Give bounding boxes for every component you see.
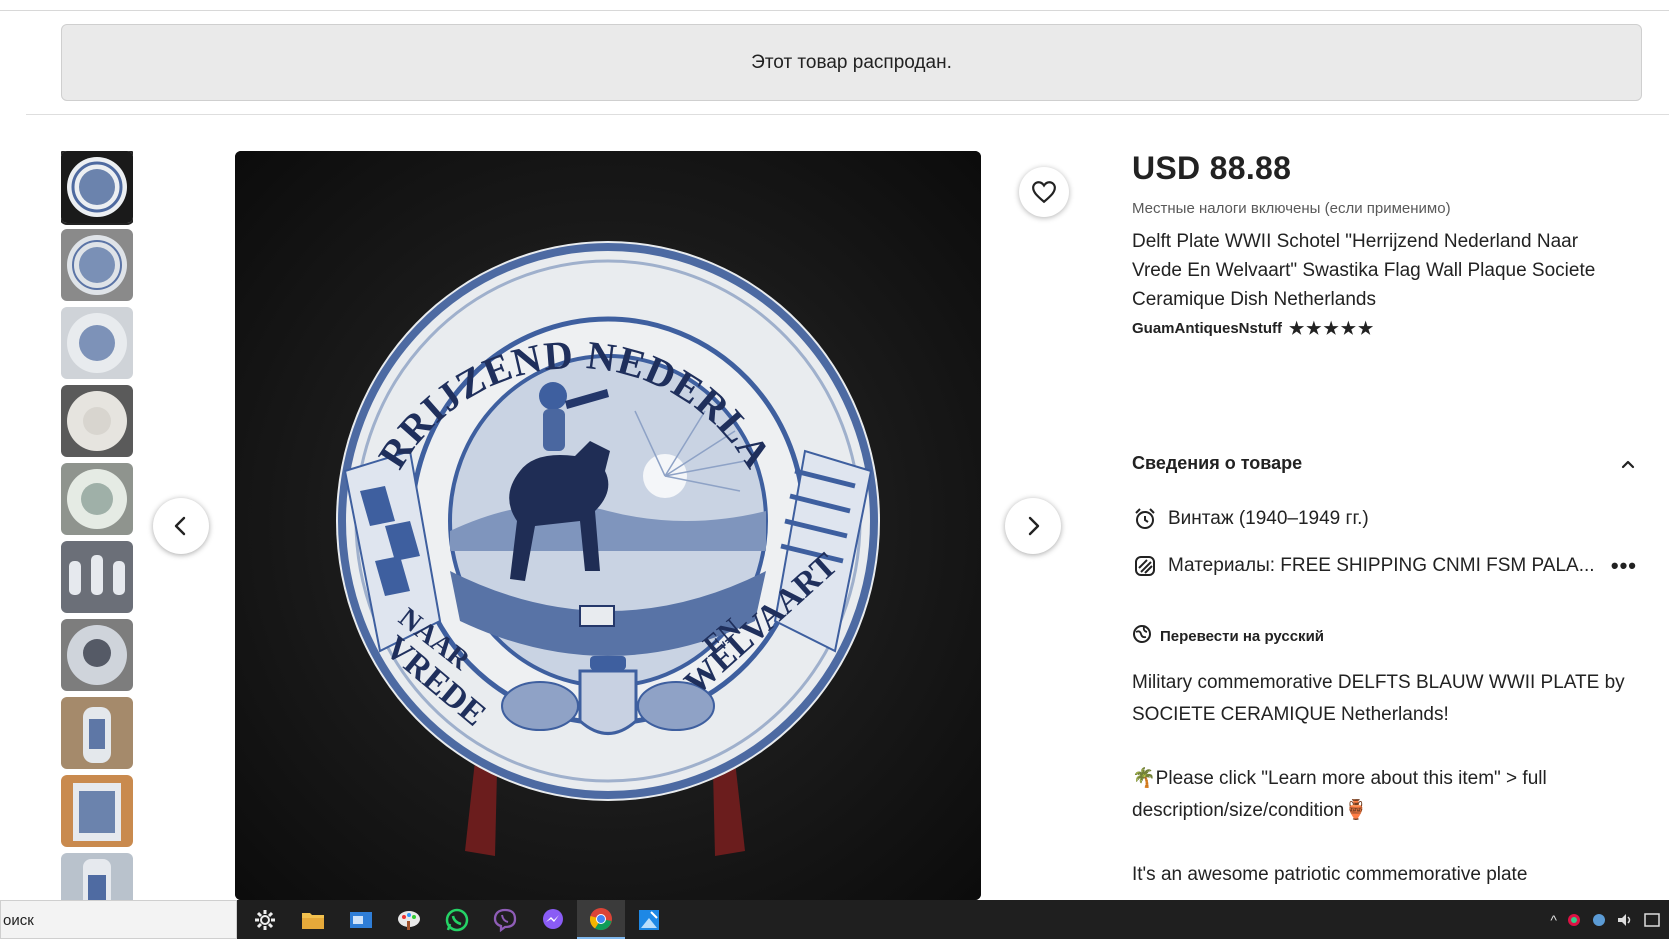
thumbnail-9[interactable] — [61, 775, 133, 847]
materials-icon — [1132, 553, 1158, 579]
messenger-icon[interactable] — [529, 900, 577, 939]
delft-plate-illustration: HERRIJZEND NEDERLAND NAAR VREDE EN WELVA… — [235, 151, 981, 900]
thumbnail-3[interactable] — [61, 307, 133, 379]
thumbnail-strip — [61, 151, 133, 900]
description-p2-text: Please click "Learn more about this item… — [1132, 768, 1547, 821]
shop-name-link[interactable]: GuamAntiquesNstuff — [1132, 320, 1282, 337]
star-icon: ★ — [1306, 319, 1322, 338]
product-main-image: HERRIJZEND NEDERLAND NAAR VREDE EN WELVA… — [235, 151, 981, 900]
mail-icon[interactable] — [337, 900, 385, 939]
chrome-icon[interactable] — [577, 900, 625, 939]
chevron-left-icon — [174, 516, 186, 536]
app-status-icon[interactable] — [1566, 912, 1582, 928]
detail-materials: Материалы: FREE SHIPPING CNMI FSM PALA..… — [1132, 553, 1637, 579]
thumbnail-2[interactable] — [61, 229, 133, 301]
globe-icon — [1132, 624, 1152, 648]
shop-info: GuamAntiquesNstuff ★ ★ ★ ★ ★ — [1132, 320, 1632, 337]
vase-icon: 🏺 — [1344, 800, 1368, 821]
previous-image-button[interactable] — [153, 498, 209, 554]
star-icon: ★ — [1340, 319, 1356, 338]
materials-text: Материалы: FREE SHIPPING CNMI FSM PALA..… — [1168, 555, 1595, 576]
price: USD 88.88 — [1132, 150, 1292, 186]
network-icon[interactable] — [1591, 912, 1607, 928]
listing-info: USD 88.88 Местные налоги включены (если … — [1132, 150, 1632, 337]
notification-icon[interactable] — [1643, 912, 1661, 928]
item-details-toggle[interactable]: Сведения о товаре — [1132, 453, 1637, 474]
chevron-right-icon — [1028, 516, 1040, 536]
vintage-text: Винтаж (1940–1949 гг.) — [1168, 508, 1369, 529]
star-icon: ★ — [1289, 319, 1305, 338]
favorite-button[interactable] — [1019, 167, 1069, 217]
paint-icon[interactable] — [385, 900, 433, 939]
section-divider — [26, 114, 1669, 115]
tax-note: Местные налоги включены (если применимо) — [1132, 200, 1451, 217]
viber-icon[interactable] — [481, 900, 529, 939]
description-p2: 🌴Please click "Learn more about this ite… — [1132, 763, 1637, 827]
translate-label: Перевести на русский — [1160, 627, 1325, 645]
thumbnail-5[interactable] — [61, 463, 133, 535]
whatsapp-icon[interactable] — [433, 900, 481, 939]
description-p3: It's an awesome patriotic commemorative … — [1132, 864, 1528, 885]
top-divider — [0, 10, 1669, 11]
alarm-clock-icon — [1132, 506, 1158, 532]
sold-out-banner: Этот товар распродан. — [61, 24, 1642, 101]
star-icon: ★ — [1323, 319, 1339, 338]
thumbnail-10[interactable] — [61, 853, 133, 900]
description-p1: Military commemorative DELFTS BLAUW WWII… — [1132, 672, 1625, 725]
rating-stars: ★ ★ ★ ★ ★ — [1289, 320, 1373, 337]
translate-button[interactable]: Перевести на русский — [1132, 624, 1324, 648]
thumbnail-4[interactable] — [61, 385, 133, 457]
thumbnail-7[interactable] — [61, 619, 133, 691]
taskbar-search-text: оиск — [3, 912, 34, 929]
volume-icon[interactable] — [1616, 912, 1634, 928]
detail-vintage: Винтаж (1940–1949 гг.) — [1132, 506, 1637, 532]
star-icon: ★ — [1358, 319, 1374, 338]
item-details-heading: Сведения о товаре — [1132, 453, 1303, 473]
windows-taskbar: оиск ^ — [0, 900, 1669, 939]
palm-tree-icon: 🌴 — [1132, 768, 1156, 789]
thumbnail-6[interactable] — [61, 541, 133, 613]
heart-icon — [1032, 181, 1056, 204]
listing-title: Delft Plate WWII Schotel "Herrijzend Ned… — [1132, 231, 1596, 310]
more-options-button[interactable]: ••• — [1611, 553, 1637, 579]
chevron-up-icon — [1621, 460, 1635, 468]
thumbnail-8[interactable] — [61, 697, 133, 769]
settings-icon[interactable] — [241, 900, 289, 939]
thumbnail-1[interactable] — [61, 151, 133, 225]
photos-icon[interactable] — [625, 900, 673, 939]
chevron-up-icon[interactable]: ^ — [1550, 912, 1557, 928]
file-explorer-icon[interactable] — [289, 900, 337, 939]
next-image-button[interactable] — [1005, 498, 1061, 554]
taskbar-search-box[interactable]: оиск — [0, 900, 237, 939]
sold-out-text: Этот товар распродан. — [751, 51, 952, 73]
system-tray: ^ — [1550, 900, 1661, 939]
